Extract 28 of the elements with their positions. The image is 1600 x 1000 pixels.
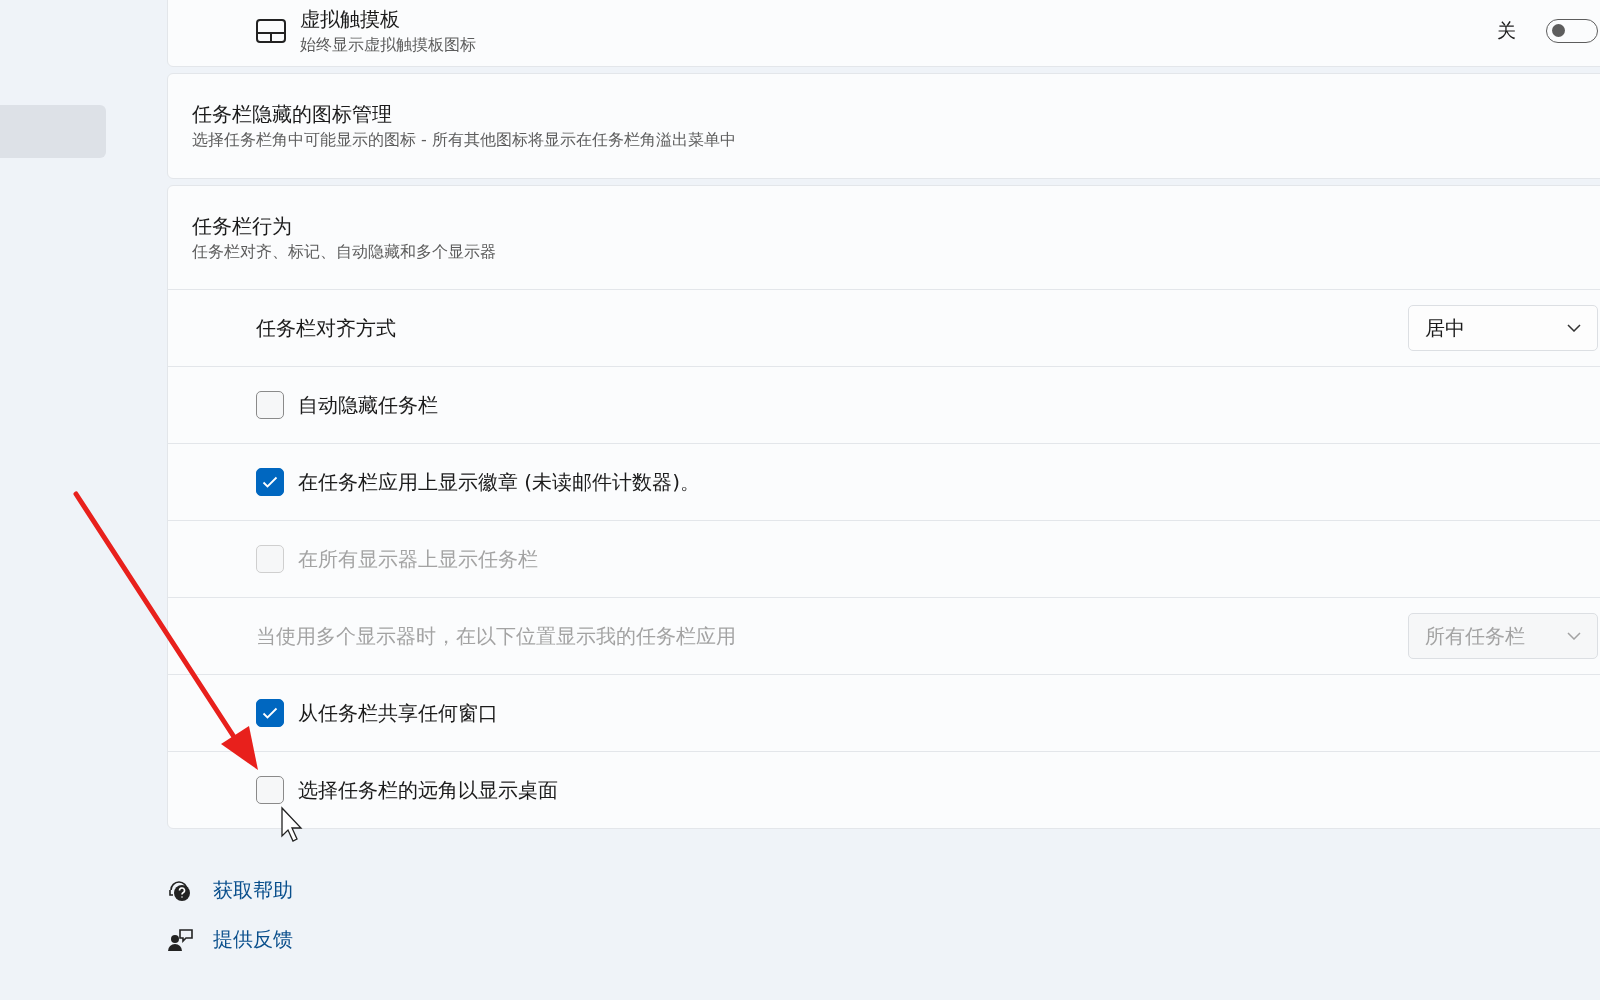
card-subtitle: 任务栏对齐、标记、自动隐藏和多个显示器 bbox=[192, 241, 497, 263]
touchpad-icon bbox=[256, 18, 286, 43]
card-title: 虚拟触摸板 bbox=[300, 5, 401, 33]
card-subtitle: 选择任务栏角中可能显示的图标 - 所有其他图标将显示在任务栏角溢出菜单中 bbox=[192, 130, 737, 151]
feedback-icon bbox=[167, 926, 193, 953]
card-title: 任务栏隐藏的图标管理 bbox=[192, 101, 393, 128]
dropdown[interactable]: 居中 bbox=[1408, 305, 1598, 351]
setting-label: 在任务栏应用上显示徽章 (未读邮件计数器)。 bbox=[298, 468, 701, 496]
check-icon bbox=[262, 707, 278, 719]
setting-label: 选择任务栏的远角以显示桌面 bbox=[298, 776, 559, 804]
link[interactable]: 获取帮助 bbox=[213, 877, 293, 904]
setting-label: 从任务栏共享任何窗口 bbox=[298, 699, 499, 727]
setting-label: 任务栏对齐方式 bbox=[256, 314, 397, 342]
chevron-icon bbox=[1567, 632, 1581, 640]
check-icon bbox=[262, 476, 278, 488]
settings-card[interactable]: 任务栏隐藏的图标管理 选择任务栏角中可能显示的图标 - 所有其他图标将显示在任务栏角溢出菜单中 bbox=[167, 73, 1600, 179]
checkbox[interactable] bbox=[256, 699, 284, 727]
checkbox[interactable] bbox=[256, 391, 284, 419]
card-title: 任务栏行为 bbox=[192, 212, 293, 240]
chevron-icon bbox=[1567, 324, 1581, 332]
checkbox[interactable] bbox=[256, 468, 284, 496]
card-subtitle: 始终显示虚拟触摸板图标 bbox=[300, 34, 477, 56]
link[interactable]: 提供反馈 bbox=[213, 926, 293, 953]
checkbox[interactable] bbox=[256, 776, 284, 804]
setting-label: 自动隐藏任务栏 bbox=[298, 391, 439, 419]
toggle-label: 关 bbox=[1497, 17, 1516, 43]
setting-label: 当使用多个显示器时，在以下位置显示我的任务栏应用 bbox=[256, 622, 737, 650]
setting-label: 在所有显示器上显示任务栏 bbox=[298, 545, 539, 573]
